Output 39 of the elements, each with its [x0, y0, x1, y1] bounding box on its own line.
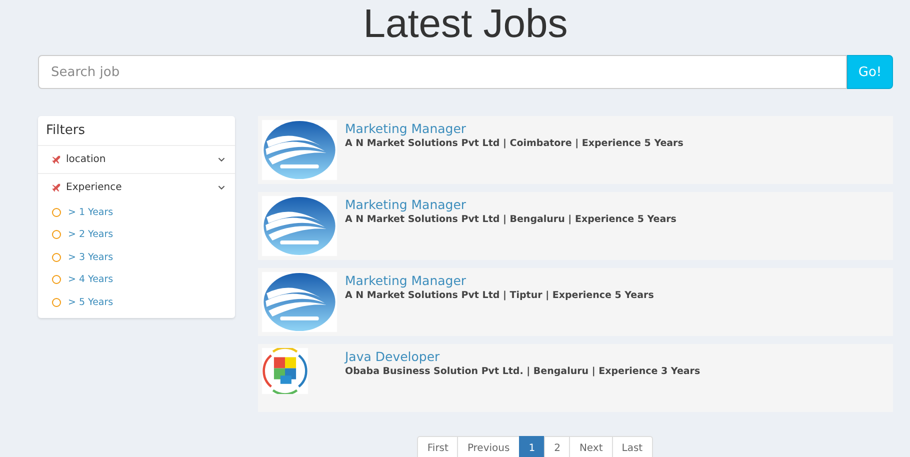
radio-button[interactable]	[52, 298, 61, 307]
option-label[interactable]: > 2 Years	[68, 229, 114, 240]
job-title-link[interactable]: Java Developer	[345, 349, 700, 364]
option-label[interactable]: > 4 Years	[68, 274, 114, 286]
page-button[interactable]: Next	[569, 436, 613, 457]
page-button[interactable]: 1	[518, 436, 546, 457]
filter-group[interactable]: Experience > 1 Years > 2 Years > 3 Years > 4 Years > 5 Years	[38, 174, 235, 314]
radio-button[interactable]	[52, 275, 61, 284]
job-title-link[interactable]: Marketing Manager	[345, 273, 654, 288]
filters-title: Filters	[38, 116, 235, 146]
company-logo-icon	[262, 272, 337, 332]
page-button[interactable]: 2	[544, 436, 570, 457]
option-label[interactable]: > 1 Years	[68, 206, 114, 218]
option-label[interactable]: > 5 Years	[68, 296, 114, 308]
job-details: Obaba Business Solution Pvt Ltd. | Bengaluru | Experience 3 Years	[345, 366, 700, 377]
job-details: A N Market Solutions Pvt Ltd | Tiptur | Experience 5 Years	[345, 290, 654, 301]
puzzle-logo-icon	[262, 348, 308, 394]
job-details: A N Market Solutions Pvt Ltd | Bengaluru | Experience 5 Years	[345, 214, 676, 225]
company-logo-icon	[262, 196, 337, 256]
radio-button[interactable]	[52, 230, 61, 240]
page-title: Latest Jobs	[362, 1, 569, 48]
chevron-icon[interactable]	[218, 185, 225, 190]
job-details: A N Market Solutions Pvt Ltd | Coimbatore | Experience 5 Years	[345, 138, 684, 149]
option-label[interactable]: > 3 Years	[68, 252, 114, 263]
radio-button[interactable]	[52, 252, 61, 262]
job-title-link[interactable]: Marketing Manager	[345, 121, 684, 136]
page-button[interactable]: Previous	[457, 436, 520, 457]
filter-group[interactable]: location	[38, 146, 235, 174]
chevron-icon[interactable]	[218, 157, 225, 162]
filter-group-label[interactable]: Experience	[66, 182, 213, 193]
page-button[interactable]: First	[417, 436, 458, 457]
airplane-icon	[52, 183, 61, 192]
airplane-icon	[52, 155, 61, 164]
radio-button[interactable]	[52, 208, 61, 217]
job-title-link[interactable]: Marketing Manager	[345, 197, 676, 212]
page-button[interactable]: Last	[612, 436, 653, 457]
filter-group-label[interactable]: location	[66, 154, 213, 165]
search-field[interactable]: Search job	[38, 55, 847, 89]
company-logo-icon	[262, 120, 337, 180]
